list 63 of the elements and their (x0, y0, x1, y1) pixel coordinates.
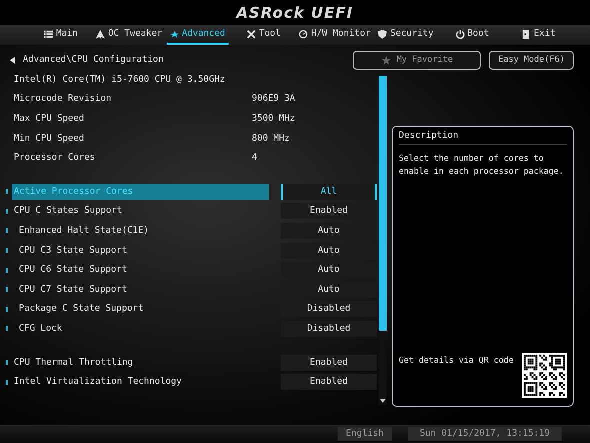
setting-label[interactable]: CPU Thermal Throttling (12, 354, 269, 371)
list-icon (44, 30, 54, 38)
power-icon (456, 30, 465, 38)
info-marker-icon (6, 326, 8, 332)
date-time: Sun 01/15/2017, 13:15:19 (408, 427, 562, 441)
scroll-down-arrow-icon[interactable] (379, 397, 387, 405)
setting-label[interactable]: CPU C States Support (12, 203, 269, 220)
breadcrumb: Advanced\CPU Configuration (23, 55, 164, 65)
info-marker-icon (6, 248, 8, 254)
setting-value-button[interactable]: Enabled (281, 354, 377, 371)
info-marker-icon (6, 268, 8, 273)
tab[interactable]: Advanced (166, 25, 229, 45)
setting-label[interactable]: Enhanced Halt State(C1E) (12, 222, 269, 239)
setting-label[interactable]: Intel Virtualization Technology (12, 374, 269, 390)
info-value: 800 MHz (252, 134, 290, 144)
star-icon (170, 30, 180, 38)
setting-label[interactable]: CPU C3 State Support (12, 242, 269, 259)
info-marker-icon (6, 208, 8, 214)
description-title: Description (399, 127, 567, 145)
star-icon (382, 56, 391, 64)
info-label: Microcode Revision (13, 94, 113, 104)
tab[interactable]: Boot (441, 25, 504, 45)
tab[interactable]: H/W Monitor (299, 25, 371, 45)
setting-value-button[interactable]: All (281, 184, 377, 200)
info-marker-icon (6, 380, 8, 385)
info-marker-icon (6, 228, 8, 234)
qr-code-icon (522, 353, 567, 398)
info-label: Min CPU Speed (13, 134, 86, 144)
qr-label: Get details via QR code (399, 355, 514, 365)
easy-mode-button[interactable]: Easy Mode(F6) (489, 50, 574, 70)
shield-icon (378, 30, 388, 38)
scrollbar[interactable] (379, 76, 387, 405)
setting-label[interactable]: CFG Lock (12, 320, 269, 337)
info-marker-icon (6, 360, 8, 366)
tab[interactable]: OC Tweaker (96, 25, 163, 45)
setting-value-button[interactable]: Disabled (281, 301, 377, 318)
info-value: 906E9 3A (252, 94, 296, 104)
setting-value-button[interactable]: Auto (281, 262, 377, 278)
tab[interactable]: Exit (508, 25, 570, 45)
setting-label[interactable]: CPU C7 State Support (12, 282, 269, 298)
info-value: 4 (252, 153, 258, 164)
tab[interactable]: Tool (232, 25, 296, 45)
tab[interactable]: Security (374, 25, 438, 45)
setting-label[interactable]: CPU C6 State Support (12, 262, 269, 278)
info-label: Max CPU Speed (13, 114, 86, 124)
setting-label[interactable]: Package C State Support (12, 301, 269, 318)
description-text: Select the number of cores to enable in each processor package. (399, 152, 565, 178)
gauge-icon (299, 30, 308, 38)
exit-door-icon (522, 30, 532, 38)
info-marker-icon (6, 287, 8, 292)
info-label: Processor Cores (13, 153, 96, 164)
info-marker-icon (6, 189, 8, 194)
my-favorite-button[interactable]: My Favorite (353, 50, 482, 70)
rocket-icon (96, 30, 106, 38)
setting-value-button[interactable]: Enabled (281, 374, 377, 390)
cpu-name: Intel(R) Core(TM) i5-7600 CPU @ 3.50GHz (13, 74, 226, 85)
info-marker-icon (6, 306, 8, 312)
setting-value-button[interactable]: Disabled (281, 320, 377, 337)
tab[interactable]: Main (30, 25, 92, 45)
language-button[interactable]: English (338, 427, 392, 441)
logo: ASRock UEFI (236, 4, 354, 22)
info-value: 3500 MHz (252, 114, 296, 124)
back-arrow-icon[interactable] (10, 56, 15, 64)
